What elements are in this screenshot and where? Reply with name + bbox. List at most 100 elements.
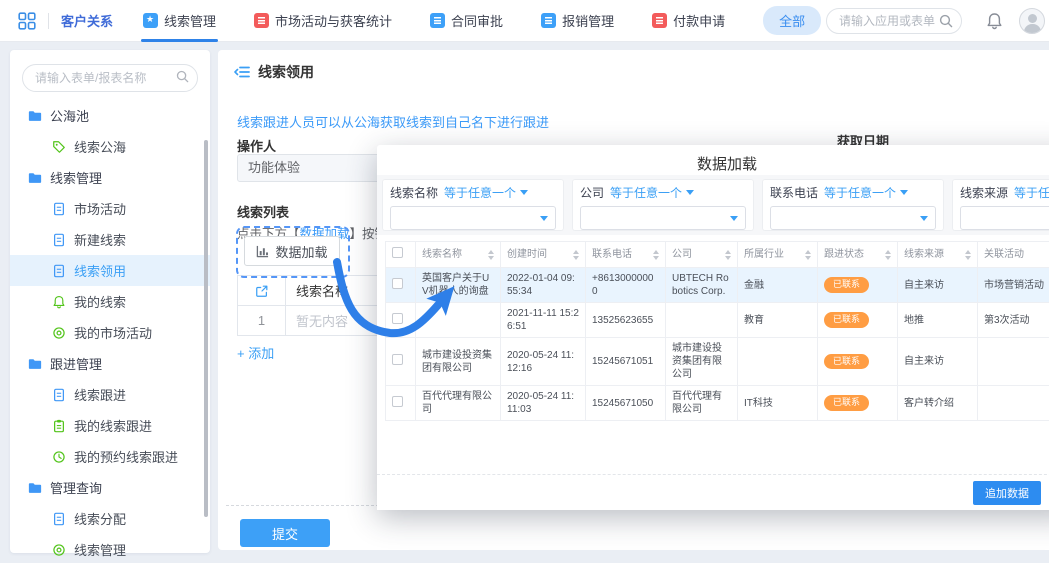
sidebar-folder-lead-management[interactable]: 线索管理 — [10, 162, 210, 193]
filter-operator-dropdown[interactable]: 等于任意一个 — [444, 184, 528, 201]
document-icon — [52, 202, 66, 216]
lead-management-app-icon — [143, 13, 158, 28]
reimbursement-app-icon — [541, 13, 556, 28]
contract-approval-app-icon — [430, 13, 445, 28]
chevron-down-icon — [730, 216, 738, 221]
cell-phone: 15245671051 — [586, 338, 666, 386]
col-industry[interactable]: 所属行业 — [738, 242, 818, 268]
filter-value-select[interactable] — [580, 206, 746, 230]
sidebar-item-lead-claim[interactable]: 线索领用 — [10, 255, 210, 286]
add-row-link[interactable]: + 添加 — [237, 343, 274, 362]
external-link-icon[interactable] — [255, 284, 269, 298]
cell-phone: 13525623655 — [586, 303, 666, 338]
filter-operator-dropdown[interactable]: 等于任意一个 — [824, 184, 908, 201]
sidebar-search-input[interactable] — [22, 64, 198, 92]
sidebar-item-my-lead-followup[interactable]: 我的线索跟进 — [10, 410, 210, 441]
cell-lead-name: 城市建设投资集团有限公司 — [416, 338, 501, 386]
row-checkbox[interactable] — [392, 278, 403, 289]
folder-icon — [28, 171, 42, 185]
sidebar-folder-followup-management[interactable]: 跟进管理 — [10, 348, 210, 379]
notification-bell-icon[interactable] — [986, 12, 1003, 30]
filter-label: 线索名称 — [390, 184, 438, 201]
chevron-down-icon — [686, 190, 694, 195]
modal-filter-bar: 线索名称 等于任意一个 公司 等于任意一个 联系电话 等于任意一个 线索来源 等… — [377, 175, 1049, 235]
sidebar-search — [22, 64, 198, 92]
search-icon — [176, 70, 189, 83]
sidebar-item-my-leads[interactable]: 我的线索 — [10, 286, 210, 317]
all-apps-pill[interactable]: 全部 — [763, 6, 821, 35]
row-checkbox[interactable] — [392, 396, 403, 407]
sidebar-item-market-activity[interactable]: 市场活动 — [10, 193, 210, 224]
document-icon — [52, 233, 66, 247]
tab-payment-request[interactable]: 付款申请 — [652, 0, 725, 42]
cell-company: UBTECH Robotics Corp. — [666, 268, 738, 303]
form-list-icon — [234, 64, 250, 80]
col-lead-name[interactable]: 线索名称 — [416, 242, 501, 268]
user-avatar[interactable] — [1019, 8, 1045, 34]
sidebar-item-lead-followup[interactable]: 线索跟进 — [10, 379, 210, 410]
cell-created-time: 2021-11-11 15:26:51 — [501, 303, 586, 338]
col-phone[interactable]: 联系电话 — [586, 242, 666, 268]
status-badge: 已联系 — [824, 312, 869, 328]
data-load-modal: 数据加载 线索名称 等于任意一个 公司 等于任意一个 联系电话 等于任意一个 线… — [377, 145, 1049, 510]
sidebar-item-lead-management-report[interactable]: 线索管理 — [10, 534, 210, 563]
cell-phone: +86130000000 — [586, 268, 666, 303]
search-icon[interactable] — [939, 14, 953, 28]
filter-value-select[interactable] — [770, 206, 936, 230]
topbar-search — [826, 8, 962, 34]
tab-marketing-stats[interactable]: 市场活动与获客统计 — [254, 0, 392, 42]
chevron-down-icon — [920, 216, 928, 221]
submit-button[interactable]: 提交 — [240, 519, 330, 547]
filter-value-select[interactable] — [960, 206, 1049, 230]
folder-icon — [28, 109, 42, 123]
sidebar-folder-admin-query[interactable]: 管理查询 — [10, 472, 210, 503]
form-tip-text: 线索跟进人员可以从公海获取线索到自己名下进行跟进 — [237, 112, 549, 131]
cell-status: 已联系 — [818, 303, 898, 338]
table-row: 城市建设投资集团有限公司 2020-05-24 11:12:16 1524567… — [386, 338, 1049, 386]
sidebar-folder-public-pool[interactable]: 公海池 — [10, 100, 210, 131]
data-load-button[interactable]: 数据加载 — [244, 236, 340, 266]
tab-customer-relations[interactable]: 客户关系 — [61, 11, 113, 30]
sidebar-item-lead-assignment[interactable]: 线索分配 — [10, 503, 210, 534]
col-lead-source[interactable]: 线索来源 — [898, 242, 978, 268]
sort-icon — [573, 250, 579, 260]
form-tree: 公海池 线索公海 线索管理 市场活动 新建线索 线索领用 — [10, 100, 210, 563]
chevron-down-icon — [900, 190, 908, 195]
col-followup-status[interactable]: 跟进状态 — [818, 242, 898, 268]
cell-industry — [738, 338, 818, 386]
cell-status: 已联系 — [818, 338, 898, 386]
cell-phone: 15245671050 — [586, 386, 666, 421]
row-checkbox[interactable] — [392, 313, 403, 324]
sidebar-item-my-market-activity[interactable]: 我的市场活动 — [10, 317, 210, 348]
filter-operator-dropdown[interactable]: 等于任意一个 — [1014, 184, 1049, 201]
sidebar-item-my-scheduled-followup[interactable]: 我的预约线索跟进 — [10, 441, 210, 472]
select-all-cell — [386, 242, 416, 268]
folder-icon — [28, 481, 42, 495]
append-data-button[interactable]: 追加数据 — [973, 481, 1041, 505]
filter-label: 线索来源 — [960, 184, 1008, 201]
select-all-checkbox[interactable] — [392, 247, 403, 258]
table-row: 百代代理有限公司 2020-05-24 11:11:03 15245671050… — [386, 386, 1049, 421]
tab-reimbursement[interactable]: 报销管理 — [541, 0, 614, 42]
filter-value-select[interactable] — [390, 206, 556, 230]
tab-lead-management[interactable]: 线索管理 — [143, 0, 216, 42]
lead-list-label: 线索列表 — [237, 202, 289, 221]
row-checkbox[interactable] — [392, 354, 403, 365]
sort-icon — [725, 250, 731, 260]
sort-icon — [965, 250, 971, 260]
tag-icon — [52, 140, 66, 154]
app-grid-icon[interactable] — [18, 12, 36, 30]
status-badge: 已联系 — [824, 395, 869, 411]
sidebar-item-lead-public-sea[interactable]: 线索公海 — [10, 131, 210, 162]
cell-created-time: 2020-05-24 11:12:16 — [501, 338, 586, 386]
col-company[interactable]: 公司 — [666, 242, 738, 268]
tab-contract-approval[interactable]: 合同审批 — [430, 0, 503, 42]
bar-chart-icon — [256, 245, 269, 258]
sidebar-scrollbar[interactable] — [204, 140, 208, 517]
col-related-activity[interactable]: 关联活动 — [978, 242, 1049, 268]
sidebar-item-new-lead[interactable]: 新建线索 — [10, 224, 210, 255]
cell-created-time: 2020-05-24 11:11:03 — [501, 386, 586, 421]
page-title: 线索领用 — [258, 62, 314, 82]
filter-operator-dropdown[interactable]: 等于任意一个 — [610, 184, 694, 201]
col-created-time[interactable]: 创建时间 — [501, 242, 586, 268]
